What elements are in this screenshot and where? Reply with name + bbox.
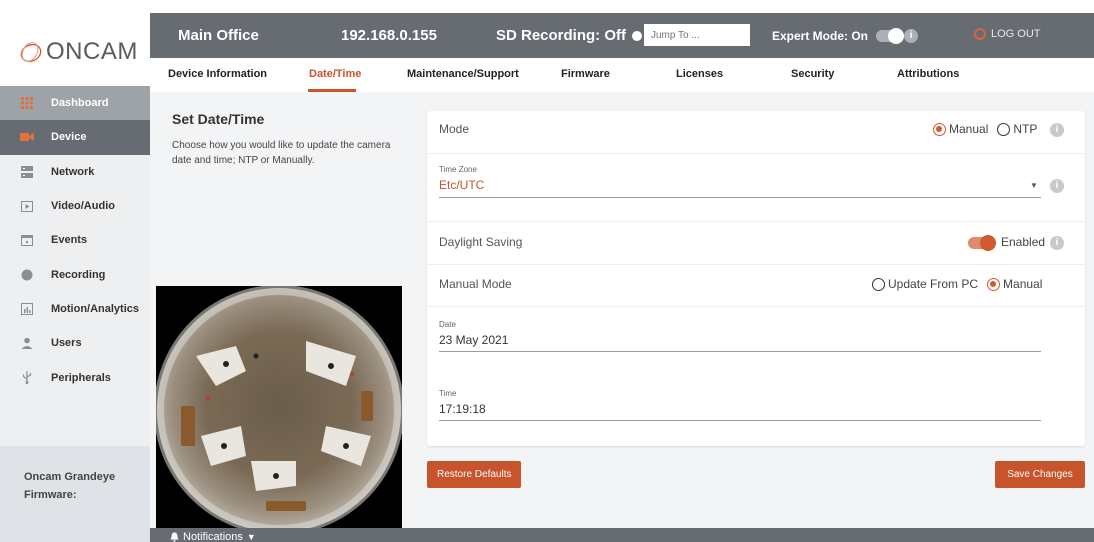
expert-mode-toggle[interactable] xyxy=(876,28,904,44)
save-changes-button[interactable]: Save Changes xyxy=(995,461,1085,488)
page-description: Choose how you would like to update the … xyxy=(172,140,391,166)
sidebar: ONCAM Dashboard Device Network Video/Aud… xyxy=(0,0,150,542)
camera-icon xyxy=(20,130,34,144)
oncam-swirl-icon xyxy=(20,42,42,63)
info-icon[interactable]: i xyxy=(904,29,918,43)
sidebar-item-label: Dashboard xyxy=(51,97,109,110)
dropdown-arrow-icon[interactable]: ▼ xyxy=(1030,181,1038,190)
sidebar-item-users[interactable]: Users xyxy=(0,326,150,360)
ip-address: 192.168.0.155 xyxy=(341,27,437,44)
timezone-select[interactable]: Etc/UTC xyxy=(439,178,484,192)
sidebar-item-label: Users xyxy=(51,337,82,350)
play-icon xyxy=(20,199,34,213)
notifications-toggle[interactable]: Notifications ▼ xyxy=(170,531,256,542)
row-divider xyxy=(427,153,1085,154)
sidebar-item-motion-analytics[interactable]: Motion/Analytics xyxy=(0,292,150,326)
user-icon xyxy=(20,336,34,350)
manual-mode-label: Manual Mode xyxy=(439,277,512,291)
daylight-saving-state: Enabled xyxy=(1001,235,1046,249)
sidebar-item-label: Motion/Analytics xyxy=(51,302,140,315)
oncam-logo: ONCAM xyxy=(18,38,138,66)
sidebar-item-peripherals[interactable]: Peripherals xyxy=(0,360,150,394)
device-model: Oncam Grandeye xyxy=(24,471,116,483)
sidebar-item-video-audio[interactable]: Video/Audio xyxy=(0,189,150,223)
timezone-label: Time Zone xyxy=(439,165,477,174)
sd-recording-status: SD Recording: Off xyxy=(496,27,643,44)
info-icon[interactable]: i xyxy=(1050,123,1064,137)
restore-defaults-button[interactable]: Restore Defaults xyxy=(427,461,522,488)
server-icon xyxy=(20,165,34,179)
manual-radio[interactable] xyxy=(987,277,1001,291)
time-label: Time xyxy=(439,389,457,398)
mode-ntp-radio[interactable] xyxy=(997,122,1011,136)
mode-manual-radio[interactable] xyxy=(933,122,946,136)
mode-manual-label: Manual xyxy=(949,122,989,136)
manual-label: Manual xyxy=(1003,277,1043,291)
bell-icon xyxy=(170,532,179,542)
manual-mode-radio-group: Update From PC Manual xyxy=(872,277,1042,291)
tab-device-information[interactable]: Device Information xyxy=(168,68,267,80)
info-icon[interactable]: i xyxy=(1050,179,1064,193)
row-divider xyxy=(427,306,1085,307)
usb-icon xyxy=(20,371,34,385)
camera-fisheye-preview xyxy=(156,286,402,530)
record-icon xyxy=(20,268,34,282)
mode-label: Mode xyxy=(439,122,470,136)
recording-dot-icon xyxy=(632,31,643,41)
sidebar-item-label: Device xyxy=(51,131,87,144)
sidebar-item-label: Events xyxy=(51,234,88,247)
expert-mode-label: Expert Mode: On xyxy=(772,29,869,43)
date-label: Date xyxy=(439,320,456,329)
bar-chart-icon xyxy=(20,302,34,316)
sidebar-nav: Dashboard Device Network Video/Audio Eve… xyxy=(0,86,150,395)
tab-security[interactable]: Security xyxy=(791,68,834,80)
sidebar-item-network[interactable]: Network xyxy=(0,155,150,189)
tab-date-time[interactable]: Date/Time xyxy=(309,68,361,80)
daylight-saving-label: Daylight Saving xyxy=(439,235,523,249)
tab-bar: Device Information Date/Time Maintenance… xyxy=(150,58,1094,92)
chevron-down-icon: ▼ xyxy=(246,532,256,542)
device-model-footer: Oncam Grandeye Firmware: xyxy=(0,446,150,542)
sidebar-item-label: Peripherals xyxy=(51,371,111,384)
tab-firmware[interactable]: Firmware xyxy=(561,68,610,80)
sidebar-item-recording[interactable]: Recording xyxy=(0,257,150,291)
grid-icon xyxy=(20,96,34,110)
info-icon[interactable]: i xyxy=(1050,236,1064,250)
row-divider xyxy=(427,264,1085,265)
logout-button[interactable]: LOG OUT xyxy=(974,28,1041,40)
firmware-label: Firmware: xyxy=(24,489,77,501)
update-from-pc-radio[interactable] xyxy=(872,277,885,291)
sidebar-item-label: Video/Audio xyxy=(51,200,115,213)
tab-licenses[interactable]: Licenses xyxy=(676,68,723,80)
date-underline xyxy=(439,351,1041,352)
sidebar-item-label: Network xyxy=(51,165,95,178)
daylight-saving-toggle[interactable] xyxy=(968,235,996,251)
time-underline xyxy=(439,420,1041,421)
date-time-settings-card: Mode Manual NTP i Time Zone Etc/UTC ▼ i … xyxy=(427,111,1085,446)
date-field[interactable]: 23 May 2021 xyxy=(439,333,508,347)
main-content: Set Date/Time Choose how you would like … xyxy=(150,92,1094,530)
calendar-icon xyxy=(20,233,34,247)
power-icon xyxy=(974,28,986,40)
row-divider xyxy=(427,221,1085,222)
timezone-underline xyxy=(439,197,1041,198)
logo-area: ONCAM xyxy=(0,0,150,88)
notifications-bar: Notifications ▼ xyxy=(150,528,1094,542)
page-title: Set Date/Time xyxy=(172,111,265,127)
jump-to-input[interactable] xyxy=(644,24,750,46)
tab-attributions[interactable]: Attributions xyxy=(897,68,959,80)
sidebar-item-dashboard[interactable]: Dashboard xyxy=(0,86,150,121)
sidebar-item-device[interactable]: Device xyxy=(0,120,150,155)
sidebar-item-label: Recording xyxy=(51,268,106,281)
top-header: Main Office 192.168.0.155 SD Recording: … xyxy=(150,13,1094,58)
tab-maintenance-support[interactable]: Maintenance/Support xyxy=(407,68,519,80)
mode-radio-group: Manual NTP xyxy=(933,122,1037,136)
location-name: Main Office xyxy=(178,27,259,44)
time-field[interactable]: 17:19:18 xyxy=(439,402,486,416)
sidebar-item-events[interactable]: Events xyxy=(0,223,150,257)
mode-ntp-label: NTP xyxy=(1013,122,1038,136)
update-from-pc-label: Update From PC xyxy=(888,277,979,291)
logo-text: ONCAM xyxy=(46,38,138,65)
